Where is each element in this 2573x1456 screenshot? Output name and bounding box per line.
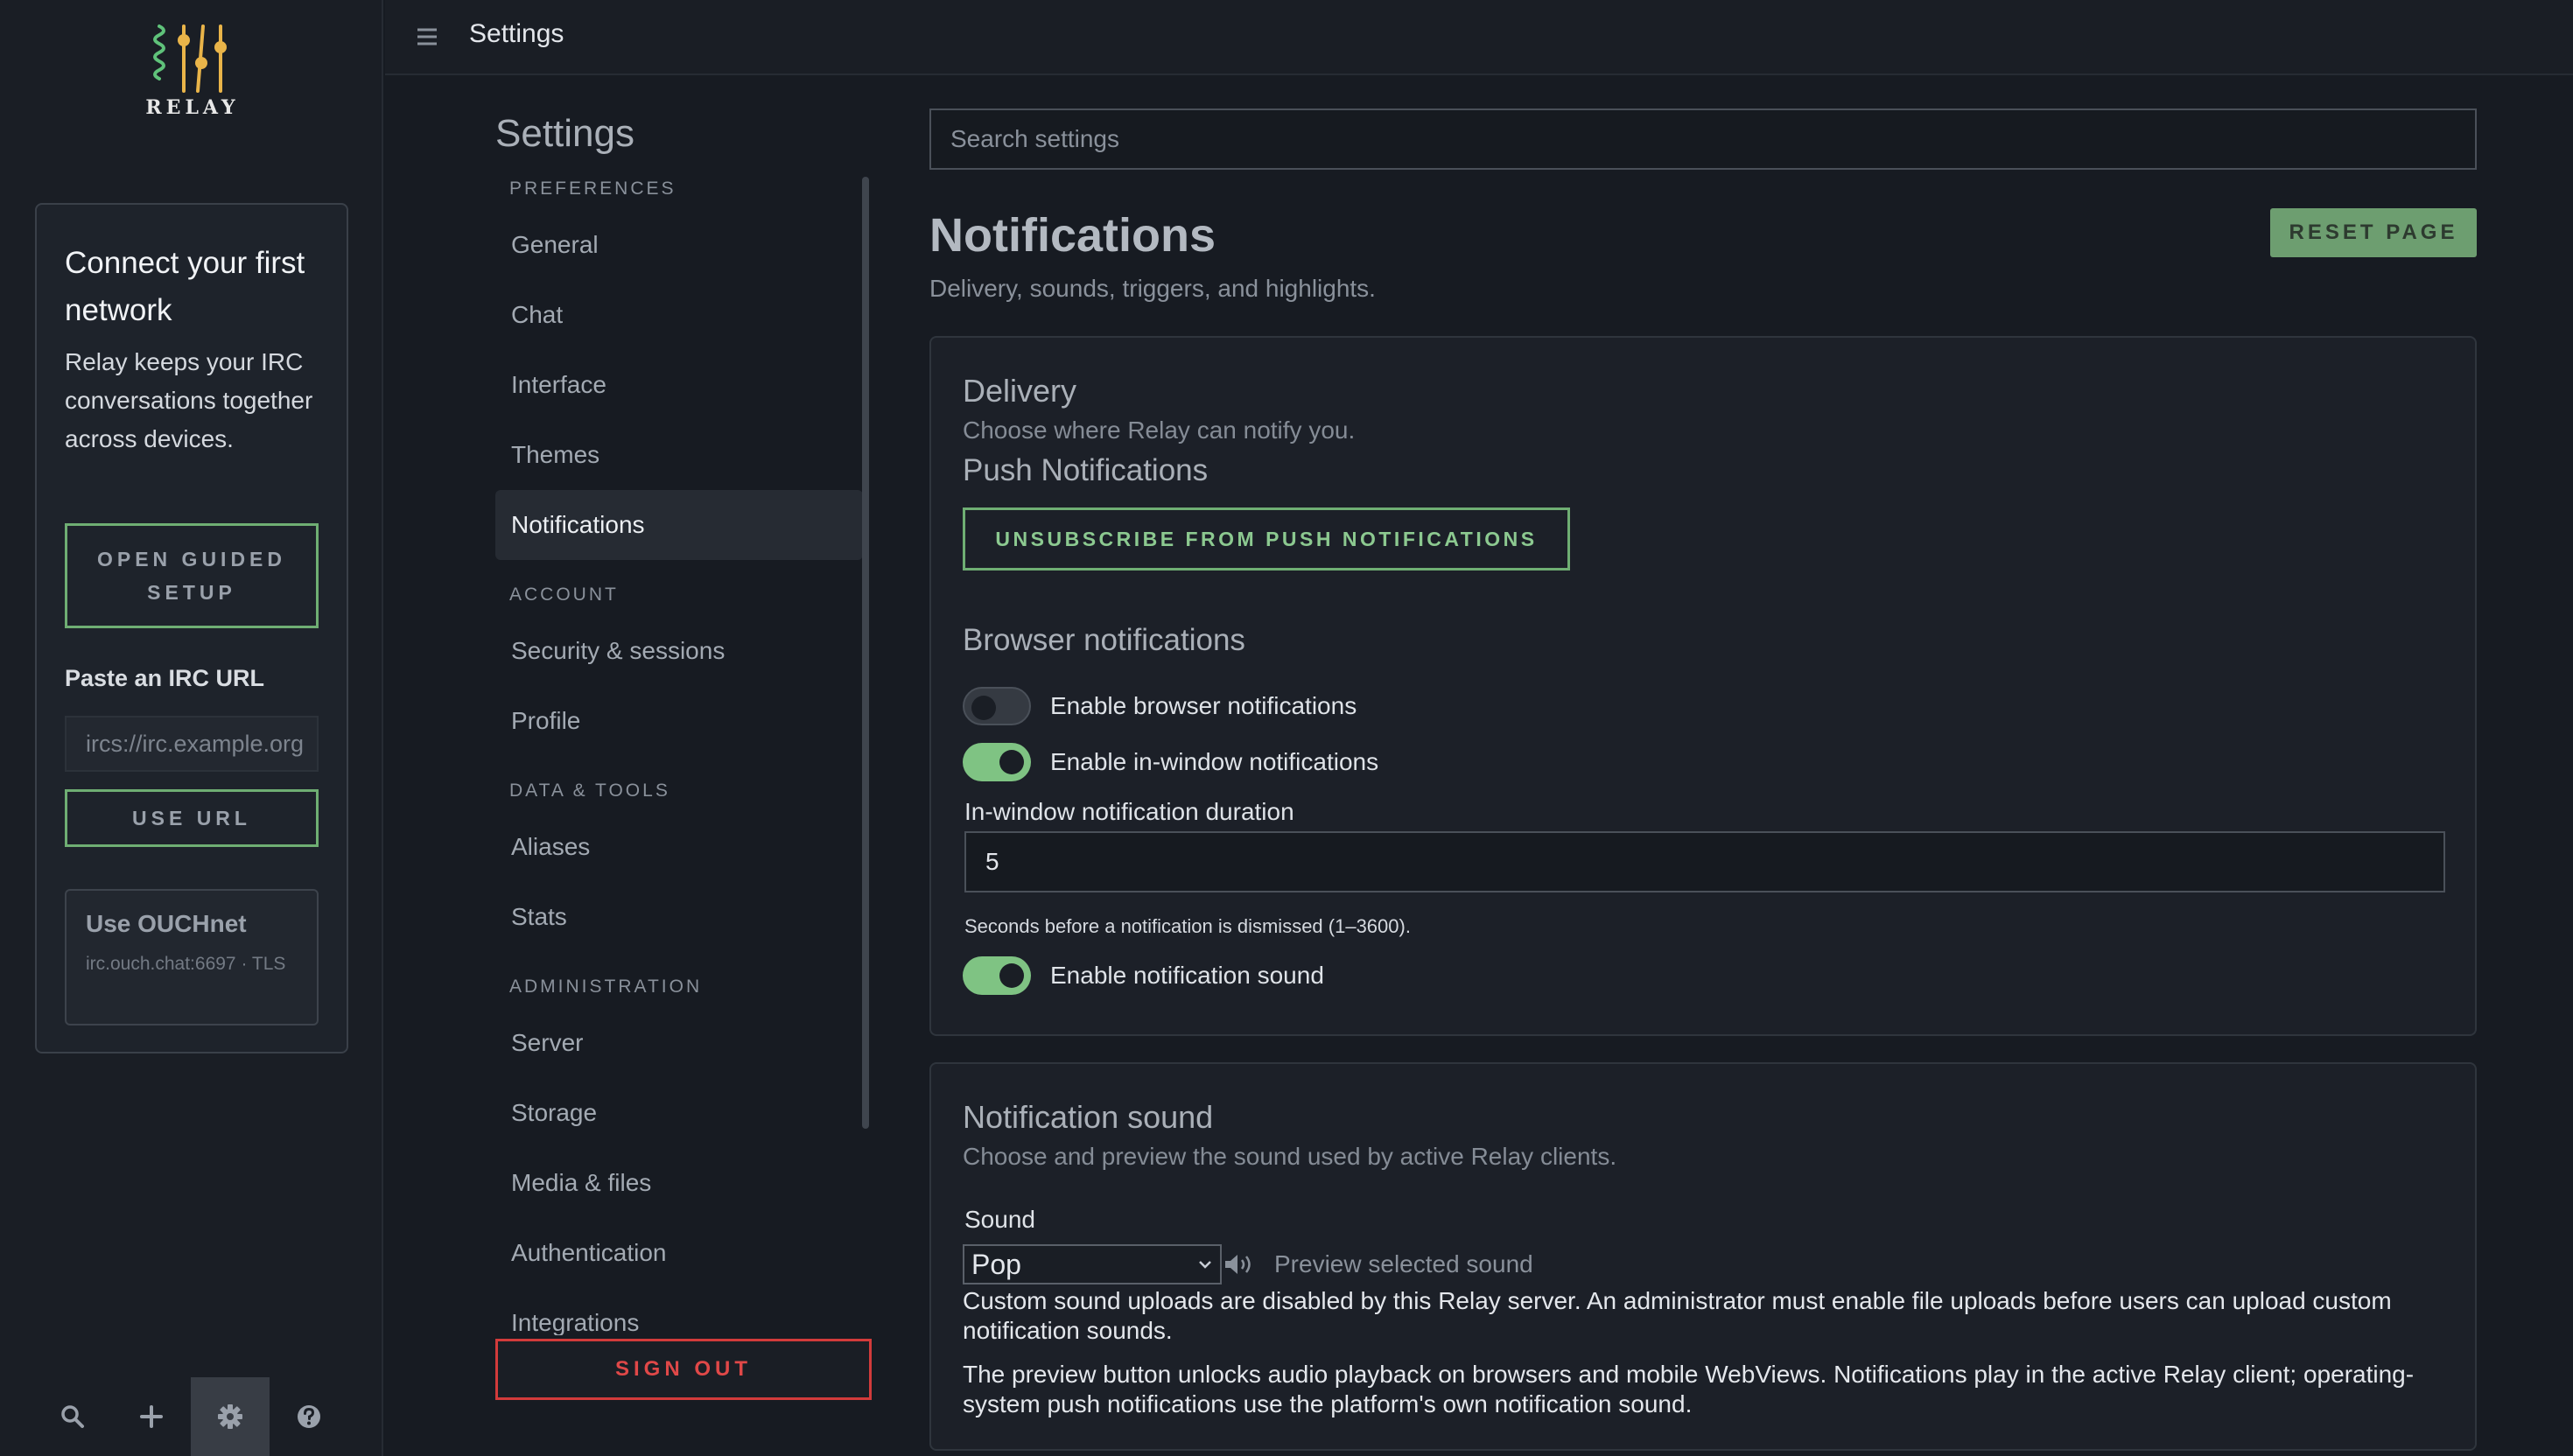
app-window: RELAY Connect your first network Relay k…: [0, 0, 2573, 1456]
hamburger-menu-icon: [417, 28, 437, 46]
speaker-icon: [1225, 1255, 1251, 1274]
delivery-card: Delivery Choose where Relay can notify y…: [929, 336, 2477, 1036]
unsubscribe-push-button[interactable]: UNSUBSCRIBE FROM PUSH NOTIFICATIONS: [963, 508, 1570, 570]
delivery-description: Choose where Relay can notify you.: [963, 416, 1356, 444]
relay-logo-icon: [153, 24, 227, 93]
page-title: Settings: [469, 19, 564, 48]
logo-wordmark: RELAY: [145, 96, 240, 119]
preset-detail: irc.ouch.chat:6697 · TLS: [86, 954, 286, 974]
settings-button[interactable]: [191, 1377, 270, 1456]
delivery-heading: Delivery: [963, 373, 1077, 409]
nav-section-administration: ADMINISTRATION: [509, 976, 703, 997]
nav-item-aliases[interactable]: Aliases: [495, 812, 863, 882]
menu-toggle-button[interactable]: [415, 24, 439, 49]
nav-item-server[interactable]: Server: [495, 1008, 863, 1078]
settings-nav-title: Settings: [495, 112, 634, 155]
add-network-button[interactable]: [112, 1377, 191, 1456]
nav-item-media-files[interactable]: Media & files: [495, 1148, 863, 1218]
browser-notifications-label: Enable browser notifications: [1050, 692, 1357, 719]
search-button[interactable]: [33, 1377, 112, 1456]
toggle-knob: [971, 696, 996, 720]
toggle-knob: [999, 963, 1024, 988]
browser-notifications-row: Enable browser notifications: [963, 686, 1357, 726]
push-notifications-heading: Push Notifications: [963, 453, 1209, 487]
notification-sound-card: Notification sound Choose and preview th…: [929, 1062, 2477, 1451]
notification-sound-row: Enable notification sound: [963, 956, 1324, 996]
section-subtitle: Delivery, sounds, triggers, and highligh…: [929, 275, 1376, 302]
top-bar: Settings: [385, 0, 2573, 75]
duration-label: In-window notification duration: [964, 798, 1294, 825]
notification-sound-description: Choose and preview the sound used by act…: [963, 1143, 1617, 1170]
nav-section-preferences: PREFERENCES: [509, 178, 677, 199]
chevron-down-icon: [1199, 1261, 1211, 1269]
browser-notifications-heading: Browser notifications: [963, 623, 1245, 657]
preview-sound-button[interactable]: Preview selected sound: [1222, 1244, 1533, 1284]
settings-search-input[interactable]: Search settings: [929, 108, 2477, 170]
nav-item-themes[interactable]: Themes: [495, 420, 863, 490]
section-title: Notifications: [929, 209, 1216, 262]
notification-sound-label: Enable notification sound: [1050, 962, 1324, 989]
use-url-button[interactable]: USE URL: [65, 789, 319, 847]
notification-sound-toggle[interactable]: [963, 956, 1031, 995]
onboarding-card: Connect your first network Relay keeps y…: [35, 203, 348, 1054]
duration-input[interactable]: 5: [964, 831, 2445, 892]
notification-sound-heading: Notification sound: [963, 1099, 1214, 1135]
rail-actions: [0, 1377, 383, 1456]
ouchnet-preset-button[interactable]: Use OUCHnet irc.ouch.chat:6697 · TLS: [65, 889, 319, 1026]
nav-item-stats[interactable]: Stats: [495, 882, 863, 952]
help-button[interactable]: [270, 1377, 348, 1456]
nav-item-storage[interactable]: Storage: [495, 1078, 863, 1148]
in-window-notifications-toggle[interactable]: [963, 743, 1031, 781]
nav-item-authentication[interactable]: Authentication: [495, 1218, 863, 1288]
paste-url-label: Paste an IRC URL: [65, 665, 265, 691]
preview-sound-label: Preview selected sound: [1274, 1250, 1533, 1278]
nav-item-integrations[interactable]: Integrations: [495, 1288, 863, 1335]
help-icon: [298, 1405, 320, 1428]
nav-item-notifications[interactable]: Notifications: [495, 490, 863, 560]
preview-note: The preview button unlocks audio playbac…: [963, 1361, 2415, 1418]
uploads-disabled-note: Custom sound uploads are disabled by thi…: [963, 1287, 2392, 1344]
nav-item-interface[interactable]: Interface: [495, 350, 863, 420]
sound-label: Sound: [964, 1206, 1035, 1233]
preset-title: Use OUCHnet: [86, 910, 247, 937]
gear-icon: [218, 1404, 242, 1429]
open-guided-setup-button[interactable]: OPEN GUIDED SETUP: [65, 523, 319, 628]
relay-logo[interactable]: RELAY: [140, 21, 245, 119]
onboarding-heading: Connect your first network: [65, 246, 305, 327]
settings-nav-scrollbar[interactable]: [862, 177, 869, 1129]
nav-section-account: ACCOUNT: [509, 584, 619, 605]
left-rail: RELAY Connect your first network Relay k…: [0, 0, 383, 1456]
onboarding-description: Relay keeps your IRC conversations toget…: [65, 348, 313, 452]
in-window-notifications-label: Enable in-window notifications: [1050, 748, 1379, 775]
sound-select-value: Pop: [971, 1248, 1021, 1280]
irc-url-input[interactable]: ircs://irc.example.org: [65, 716, 319, 772]
sign-out-button[interactable]: SIGN OUT: [495, 1339, 872, 1400]
nav-item-general[interactable]: General: [495, 210, 863, 280]
browser-notifications-toggle[interactable]: [963, 687, 1031, 725]
nav-section-data-tools: DATA & TOOLS: [509, 780, 670, 801]
search-icon: [61, 1405, 84, 1428]
nav-item-security-sessions[interactable]: Security & sessions: [495, 616, 863, 686]
settings-nav: PREFERENCES General Chat Interface Theme…: [495, 172, 863, 1335]
nav-item-profile[interactable]: Profile: [495, 686, 863, 756]
toggle-knob: [999, 750, 1024, 774]
in-window-notifications-row: Enable in-window notifications: [963, 742, 1378, 782]
plus-icon: [140, 1405, 163, 1428]
duration-hint: Seconds before a notification is dismiss…: [964, 915, 1411, 937]
reset-page-button[interactable]: RESET PAGE: [2270, 208, 2477, 257]
nav-item-chat[interactable]: Chat: [495, 280, 863, 350]
sound-select[interactable]: Pop: [963, 1244, 1222, 1284]
